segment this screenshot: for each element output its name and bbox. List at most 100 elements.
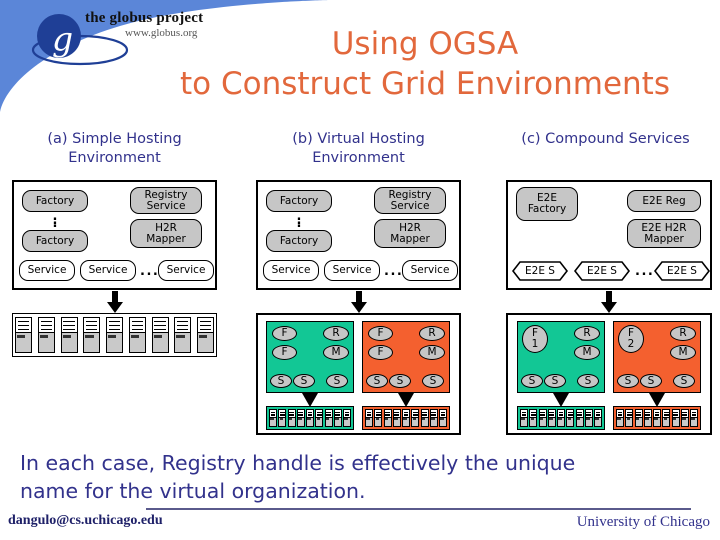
- footer-divider: [146, 508, 691, 510]
- computer-tower-icon: [520, 409, 528, 427]
- diagram-b-green-factory-1: F: [272, 326, 297, 341]
- diagram-a-factory-bottom: Factory: [22, 230, 88, 252]
- computer-tower-icon: [584, 409, 593, 427]
- column-caption-c: (c) Compound Services: [498, 130, 713, 149]
- diagram-c-virtual-hosting-panel: F 1 R M S S S F 2 R M S S S: [506, 313, 712, 435]
- diagram-c-orange-arrow: [649, 393, 665, 412]
- computer-tower-icon: [324, 409, 333, 427]
- diagram-b-orange-factory-2: F: [368, 345, 393, 360]
- diagram-c-green-arrow: [553, 393, 569, 412]
- computer-tower-icon: [333, 409, 342, 427]
- diagram-a-hosting-environment-panel: Factory ... Factory Registry Service H2R…: [12, 180, 217, 290]
- computer-tower-icon: [365, 409, 373, 427]
- diagram-c-arrow-down: [599, 291, 619, 318]
- diagram-b-green-service-3: S: [326, 374, 348, 388]
- diagram-c-orange-service-3: S: [673, 374, 695, 388]
- diagram-a-service-3: Service: [158, 260, 214, 281]
- diagram-b-service-1: Service: [263, 260, 319, 281]
- diagram-b-green-factory-2: F: [272, 345, 297, 360]
- diagram-b-service-ellipsis: ...: [384, 264, 404, 279]
- computer-tower-icon: [374, 409, 383, 427]
- computer-tower-icon: [151, 317, 169, 353]
- diagram-c-vo-block-green: F 1 R M S S S: [517, 321, 605, 393]
- diagram-c-compound-services-panel: E2E Factory E2E Reg E2E H2R Mapper E2E S…: [506, 180, 712, 290]
- diagram-c-green-service-1: S: [521, 374, 543, 388]
- diagram-b-orange-service-2: S: [389, 374, 411, 388]
- diagram-b-service-2: Service: [324, 260, 380, 281]
- computer-tower-icon: [671, 409, 680, 427]
- computer-tower-icon: [529, 409, 538, 427]
- diagram-a-registry-service: Registry Service: [130, 187, 202, 214]
- computer-tower-icon: [174, 317, 192, 353]
- diagram-b-factory-ellipsis: ...: [296, 209, 302, 231]
- computer-tower-icon: [538, 409, 547, 427]
- computer-tower-icon: [15, 317, 32, 353]
- computer-tower-icon: [106, 317, 123, 353]
- diagram-c-e2e-factory: E2E Factory: [516, 187, 578, 221]
- computer-tower-icon: [625, 409, 634, 427]
- page-title-line1: Using OGSA: [331, 26, 519, 62]
- computer-tower-icon: [343, 409, 351, 427]
- diagram-c-vo-block-orange: F 2 R M S S S: [613, 321, 701, 393]
- diagram-c-green-registry: R: [574, 326, 600, 341]
- computer-tower-icon: [575, 409, 584, 427]
- computer-tower-icon: [83, 317, 101, 353]
- diagram-b-virtual-hosting-panel: F F R M S S S F F R M S S S: [256, 313, 461, 435]
- computer-tower-icon: [634, 409, 643, 427]
- column-caption-b: (b) Virtual Hosting Environment: [256, 130, 461, 167]
- diagram-c-service-ellipsis: ...: [635, 264, 655, 279]
- diagram-b-registry-service: Registry Service: [374, 187, 446, 214]
- diagram-b-orange-service-3: S: [422, 374, 444, 388]
- diagram-c-e2e-service-3: E2E S: [654, 261, 710, 281]
- diagram-b-service-3: Service: [402, 260, 458, 281]
- diagram-c-e2e-service-2: E2E S: [574, 261, 630, 281]
- diagram-b-orange-service-1: S: [366, 374, 388, 388]
- footer-institution: University of Chicago: [576, 514, 710, 530]
- diagram-c-orange-registry: R: [670, 326, 696, 341]
- diagram-b-orange-registry: R: [419, 326, 445, 341]
- column-caption-c-line1: (c) Compound Services: [521, 131, 690, 147]
- footer-email: dangulo@cs.uchicago.edu: [8, 513, 163, 528]
- column-caption-b-line2: Environment: [312, 149, 405, 166]
- computer-tower-icon: [60, 317, 78, 353]
- diagram-b-green-arrow: [302, 393, 318, 412]
- diagram-b-factory-bottom: Factory: [266, 230, 332, 252]
- diagram-a-service-ellipsis: ...: [140, 264, 160, 279]
- diagram-b-orange-arrow: [398, 393, 414, 412]
- diagram-c-green-service-3: S: [577, 374, 599, 388]
- computer-tower-icon: [420, 409, 429, 427]
- diagram-b-hosting-environment-panel: Factory ... Factory Registry Service H2R…: [256, 180, 461, 290]
- diagram-c-e2e-service-1: E2E S: [512, 261, 568, 281]
- page-title: Using OGSA to Construct Grid Environment…: [140, 24, 710, 105]
- computer-tower-icon: [128, 317, 146, 353]
- diagram-b-green-service-1: S: [270, 374, 292, 388]
- diagram-b-green-service-2: S: [293, 374, 315, 388]
- computer-tower-icon: [690, 409, 698, 427]
- diagram-b-h2r-mapper: H2R Mapper: [374, 219, 446, 248]
- computer-tower-icon: [439, 409, 447, 427]
- diagram-a-h2r-mapper: H2R Mapper: [130, 219, 202, 248]
- diagram-b-arrow-down: [349, 291, 369, 318]
- conclusion-line1: In each case, Registry handle is effecti…: [20, 451, 576, 475]
- diagram-a-physical-resources-rack: [12, 313, 217, 357]
- column-caption-a-line1: (a) Simple Hosting: [47, 131, 182, 147]
- slide-canvas: g the globus project www.globus.org Usin…: [0, 0, 720, 540]
- diagram-c-orange-service-2: S: [640, 374, 662, 388]
- computer-tower-icon: [429, 409, 438, 427]
- diagram-c-green-factory-1: F 1: [522, 325, 548, 353]
- conclusion-text: In each case, Registry handle is effecti…: [20, 450, 710, 505]
- diagram-c-e2e-h2r-mapper: E2E H2R Mapper: [627, 219, 701, 248]
- diagram-c-green-service-2: S: [544, 374, 566, 388]
- diagram-b-green-registry: R: [323, 326, 349, 341]
- computer-tower-icon: [680, 409, 689, 427]
- computer-tower-icon: [197, 317, 214, 353]
- computer-tower-icon: [287, 409, 296, 427]
- diagram-a-factory-ellipsis: ...: [52, 209, 58, 231]
- diagram-b-green-mapper: M: [323, 345, 349, 360]
- column-caption-b-line1: (b) Virtual Hosting: [292, 131, 425, 147]
- conclusion-line2: name for the virtual organization.: [20, 478, 366, 503]
- computer-tower-icon: [594, 409, 602, 427]
- diagram-c-orange-mapper: M: [670, 345, 696, 360]
- computer-tower-icon: [269, 409, 277, 427]
- page-title-line2: to Construct Grid Environments: [180, 66, 670, 103]
